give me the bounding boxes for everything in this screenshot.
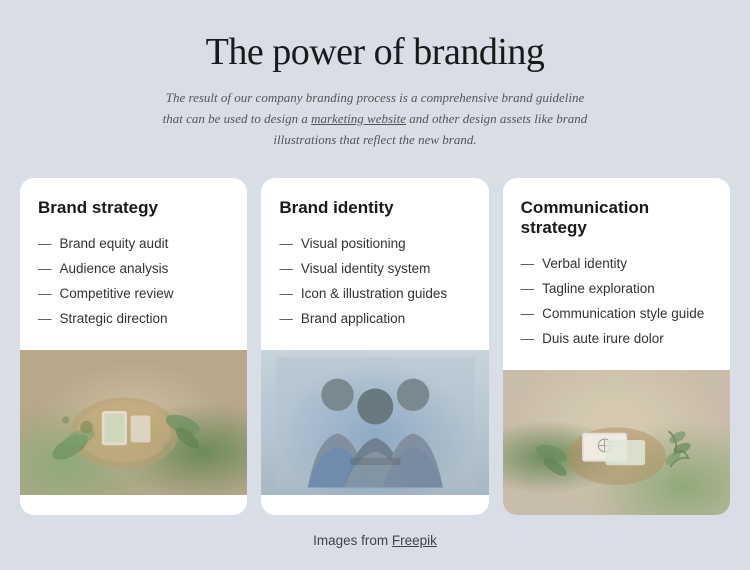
list-item: Icon & illustration guides <box>279 282 470 307</box>
marketing-website-link[interactable]: marketing website <box>311 111 406 126</box>
list-item: Brand application <box>279 307 470 332</box>
card-brand-strategy-title: Brand strategy <box>38 198 229 218</box>
card-brand-strategy: Brand strategy Brand equity audit Audien… <box>20 178 247 515</box>
card-brand-identity-title: Brand identity <box>279 198 470 218</box>
list-item: Verbal identity <box>521 252 712 277</box>
page-subtitle: The result of our company branding proce… <box>160 88 590 150</box>
list-item: Competitive review <box>38 282 229 307</box>
card-communication-strategy-title: Communication strategy <box>521 198 712 238</box>
list-item: Audience analysis <box>38 257 229 282</box>
card-brand-identity-image <box>261 350 488 515</box>
cards-row: Brand strategy Brand equity audit Audien… <box>20 178 730 515</box>
card-brand-strategy-image <box>20 350 247 515</box>
list-item: Brand equity audit <box>38 232 229 257</box>
list-item: Tagline exploration <box>521 277 712 302</box>
list-item: Visual identity system <box>279 257 470 282</box>
list-item: Strategic direction <box>38 307 229 332</box>
freepik-link[interactable]: Freepik <box>392 533 437 548</box>
card-brand-identity: Brand identity Visual positioning Visual… <box>261 178 488 515</box>
list-item: Duis aute irure dolor <box>521 327 712 352</box>
card-communication-strategy: Communication strategy Verbal identity T… <box>503 178 730 515</box>
footer: Images from Freepik <box>313 533 437 548</box>
card-communication-image <box>503 370 730 515</box>
list-item: Visual positioning <box>279 232 470 257</box>
card-communication-strategy-list: Verbal identity Tagline exploration Comm… <box>521 252 712 352</box>
card-brand-identity-list: Visual positioning Visual identity syste… <box>279 232 470 332</box>
list-item: Communication style guide <box>521 302 712 327</box>
card-brand-strategy-list: Brand equity audit Audience analysis Com… <box>38 232 229 332</box>
page-title: The power of branding <box>206 30 545 74</box>
